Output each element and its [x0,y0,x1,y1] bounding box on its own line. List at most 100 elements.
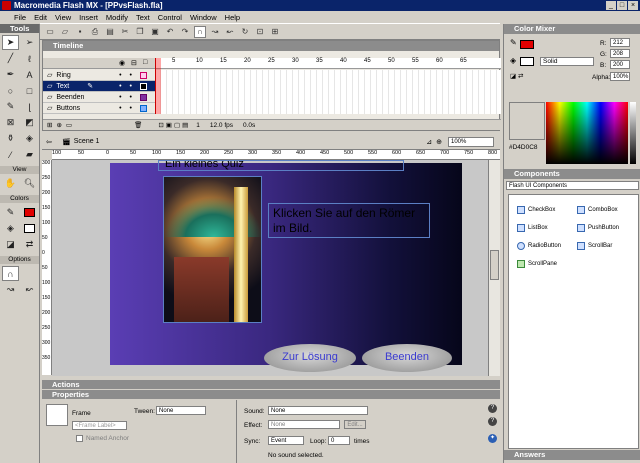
scale-icon[interactable]: ⊡ [254,26,266,38]
scroll-thumb[interactable] [490,250,499,280]
timeline-title[interactable]: Timeline [43,41,499,51]
loop-input[interactable]: 0 [328,436,350,445]
text-tool-icon[interactable]: A [21,67,38,82]
actions-panel-header[interactable]: Actions [42,380,500,389]
redo-icon[interactable]: ↷ [179,26,191,38]
solution-button[interactable]: Zur Lösung [264,344,356,372]
hex-value[interactable]: #D4D0C8 [509,144,538,151]
lock-dot[interactable]: • [130,72,132,79]
eye-icon[interactable]: ◉ [119,59,125,67]
mixer-stroke-swatch[interactable] [520,40,534,49]
layer-buttons[interactable]: ▱ Buttons • • [43,103,155,114]
quiz-header-text[interactable]: Ein kleines Quiz [158,160,404,171]
add-layer-icon[interactable]: ⊞ [47,121,52,129]
layer-ring[interactable]: ▱ Ring • • [43,70,155,81]
pencil-tool-icon[interactable]: ✎ [2,99,19,114]
menu-text[interactable]: Text [136,13,150,22]
subselect-tool-icon[interactable]: ➢ [21,35,38,50]
component-scrollbar[interactable]: ScrollBar [577,237,637,255]
back-arrow-icon[interactable]: ⇦ [46,138,52,146]
center-frame-icon[interactable]: ⊡ [158,121,163,129]
component-scrollpane[interactable]: ScrollPane [517,255,577,273]
visibility-dot[interactable]: • [119,72,121,79]
b-input[interactable]: 200 [610,60,630,69]
minimize-icon[interactable]: _ [606,1,616,10]
frame-ruler[interactable] [155,58,501,69]
outline-swatch[interactable] [140,93,147,101]
fill-type-select[interactable]: Solid [540,57,594,66]
playhead[interactable] [155,58,161,114]
pen-tool-icon[interactable]: ✒ [2,67,19,82]
tween-select[interactable]: None [156,406,206,415]
stroke-color-icon[interactable]: ✎ [2,205,19,220]
lock-icon[interactable]: ⊟ [131,59,137,67]
hand-tool-icon[interactable]: ✋ [2,176,19,191]
properties-panel-header[interactable]: Properties [42,390,500,399]
zoom-select[interactable]: 100% [448,136,494,147]
add-guide-icon[interactable]: ⊕ [56,121,61,129]
maximize-icon[interactable]: □ [617,1,627,10]
menu-view[interactable]: View [55,13,71,22]
edit-symbol-icon[interactable]: ⊿ [426,138,432,146]
visibility-dot[interactable]: • [119,83,121,90]
print-icon[interactable]: ⎙ [89,26,101,38]
delete-layer-icon[interactable]: 🗑︎ [134,121,142,129]
eraser-tool-icon[interactable]: ▰ [21,147,38,162]
zoom-tool-icon[interactable]: 🔍︎ [21,176,38,191]
onion-outline-icon[interactable]: ▢ [174,121,180,129]
paint-bucket-tool-icon[interactable]: ◈ [21,131,38,146]
snap-magnet-icon[interactable]: ∩ [194,25,206,38]
lasso-tool-icon[interactable]: ℓ [21,51,38,66]
mixer-fill-swatch[interactable] [520,57,534,66]
default-colors-icon[interactable]: ◪ [2,237,19,252]
lock-dot[interactable]: • [130,94,132,101]
menu-edit[interactable]: Edit [34,13,47,22]
rectangle-tool-icon[interactable]: □ [21,83,38,98]
new-file-icon[interactable]: ▭ [44,26,56,38]
print-preview-icon[interactable]: ▤ [104,26,116,38]
roman-building-photo[interactable] [163,176,262,323]
component-radiobutton[interactable]: RadioButton [517,237,577,255]
undo-icon[interactable]: ↶ [164,26,176,38]
arrow-tool-icon[interactable]: ➤ [2,35,19,50]
add-folder-icon[interactable]: ▭ [66,121,72,129]
answers-header[interactable]: Answers [504,450,640,460]
lock-dot[interactable]: • [130,83,132,90]
eyedropper-tool-icon[interactable]: ⁄ [2,147,19,162]
menu-insert[interactable]: Insert [79,13,98,22]
straighten-option-icon[interactable]: ↜ [21,282,38,297]
color-mixer-header[interactable]: Color Mixer [504,24,640,34]
visibility-dot[interactable]: • [119,94,121,101]
scene-label[interactable]: Scene 1 [74,138,100,145]
cut-icon[interactable]: ✂ [119,26,131,38]
smooth-option-icon[interactable]: ↝ [2,282,19,297]
sound-select[interactable]: None [268,406,368,415]
swap-icon[interactable]: ◪ ⇄ [510,72,523,80]
oval-tool-icon[interactable]: ○ [2,83,19,98]
layer-text[interactable]: ▱ Text ✎ • • [43,81,155,92]
component-combobox[interactable]: ComboBox [577,201,637,219]
menu-modify[interactable]: Modify [106,13,128,22]
straighten-icon[interactable]: ↜ [224,26,236,38]
snap-option-icon[interactable]: ∩ [2,266,19,281]
help-icon[interactable]: ? [488,404,497,413]
outline-swatch[interactable] [140,71,147,79]
component-checkbox[interactable]: CheckBox [517,201,577,219]
component-pushbutton[interactable]: PushButton [577,219,637,237]
line-tool-icon[interactable]: ╱ [2,51,19,66]
edit-sound-button[interactable]: Edit... [344,420,366,429]
brightness-slider[interactable] [630,102,636,164]
g-input[interactable]: 208 [610,49,630,58]
frame-label-input[interactable]: <Frame Label> [72,421,127,430]
onion-skin-icon[interactable]: ▣ [166,121,172,129]
edit-scene-icon[interactable]: ⊕ [436,138,442,146]
sync-select[interactable]: Event [268,436,304,445]
component-listbox[interactable]: ListBox [517,219,577,237]
close-icon[interactable]: × [628,1,638,10]
r-input[interactable]: 212 [610,38,630,47]
lock-dot[interactable]: • [130,105,132,112]
frame-grid[interactable] [155,70,501,114]
menu-help[interactable]: Help [225,13,240,22]
free-transform-tool-icon[interactable]: ⊠ [2,115,19,130]
color-spectrum[interactable] [546,102,628,164]
